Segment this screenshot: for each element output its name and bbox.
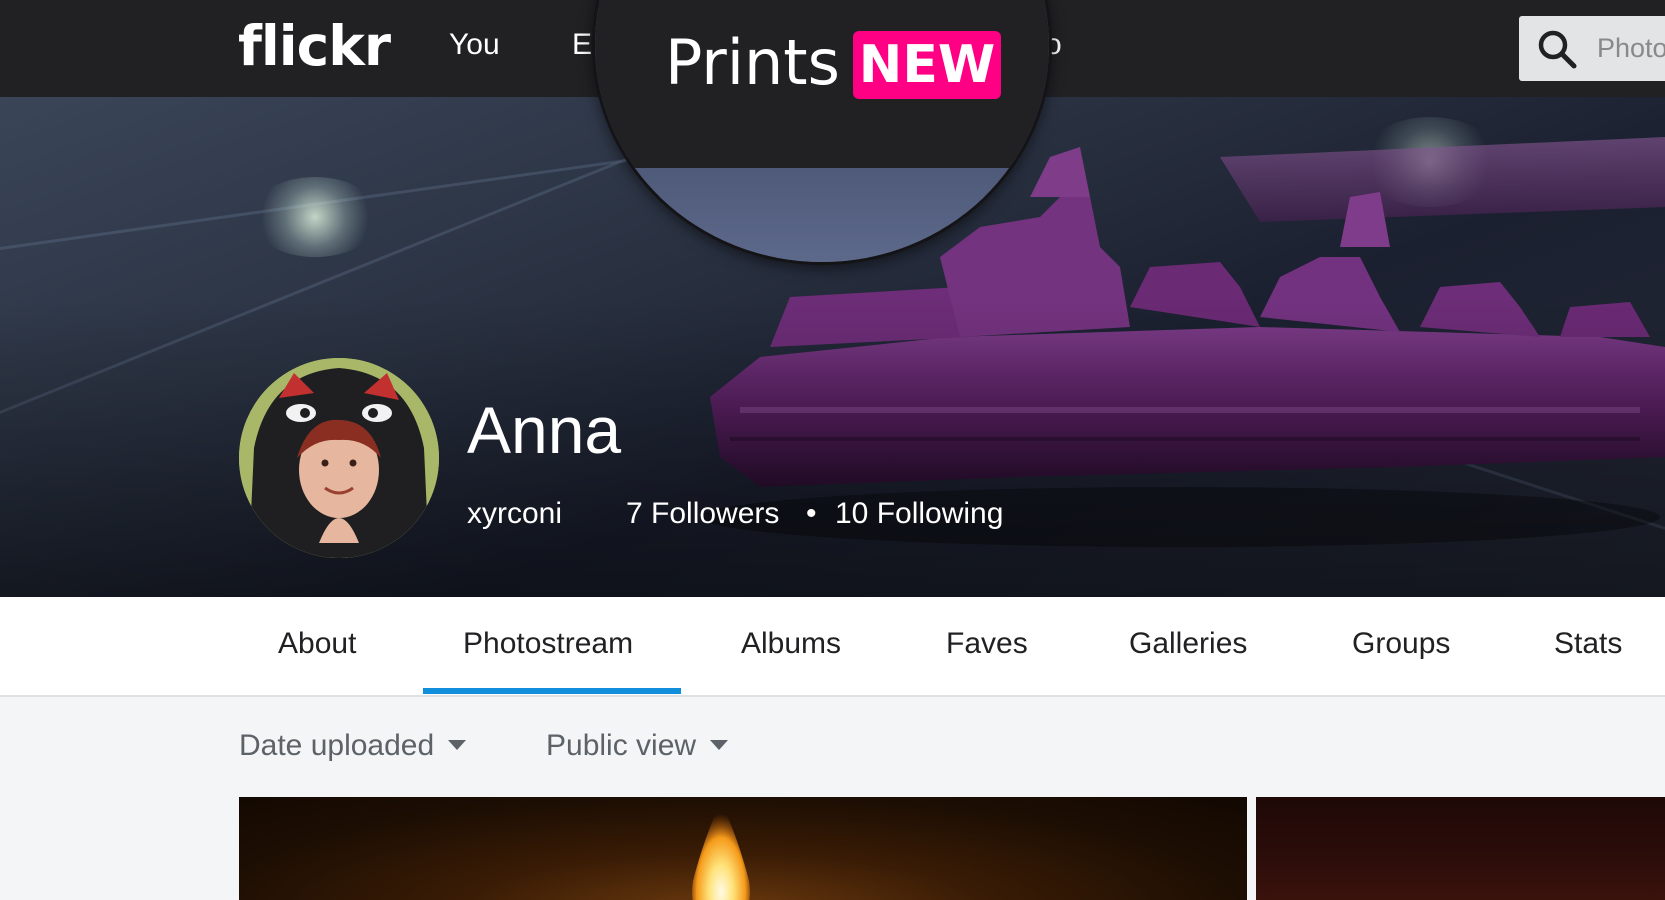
profile-name: Anna xyxy=(467,393,622,467)
active-tab-indicator xyxy=(423,688,681,694)
followers-link[interactable]: 7 Followers xyxy=(626,497,779,531)
new-badge: NEW xyxy=(853,31,1001,99)
search-box[interactable] xyxy=(1519,16,1665,81)
search-input[interactable] xyxy=(1597,28,1665,68)
tab-galleries[interactable]: Galleries xyxy=(1129,627,1247,661)
nav-you[interactable]: You xyxy=(449,28,500,62)
tab-about[interactable]: About xyxy=(278,627,356,661)
tab-albums[interactable]: Albums xyxy=(741,627,841,661)
sort-label: Date uploaded xyxy=(239,729,435,762)
photo-thumbnail[interactable] xyxy=(239,797,1247,900)
candle-flame-image xyxy=(692,801,750,900)
following-link[interactable]: 10 Following xyxy=(835,497,1003,531)
chevron-down-icon xyxy=(448,740,467,751)
profile-handle: xyrconi xyxy=(467,497,563,530)
avatar[interactable] xyxy=(239,358,439,558)
avatar-image xyxy=(239,358,439,558)
stats-separator: • xyxy=(806,497,817,530)
sort-dropdown[interactable]: Date uploaded xyxy=(239,729,467,763)
profile-tabs: About Photostream Albums Faves Galleries… xyxy=(0,597,1665,697)
photo-thumbnail[interactable] xyxy=(1256,797,1665,900)
chevron-down-icon xyxy=(710,740,729,751)
magnified-cover xyxy=(595,168,1049,262)
nav-prints[interactable]: Prints xyxy=(665,26,840,99)
view-dropdown[interactable]: Public view xyxy=(546,729,729,763)
tab-groups[interactable]: Groups xyxy=(1352,627,1450,661)
search-icon[interactable] xyxy=(1537,29,1577,69)
flickr-logo[interactable]: flickr xyxy=(238,14,391,78)
tab-photostream[interactable]: Photostream xyxy=(463,627,633,661)
view-label: Public view xyxy=(546,729,697,762)
tab-stats[interactable]: Stats xyxy=(1554,627,1622,661)
prints-magnifier-callout: Prints NEW xyxy=(592,0,1052,265)
tab-faves[interactable]: Faves xyxy=(946,627,1028,661)
